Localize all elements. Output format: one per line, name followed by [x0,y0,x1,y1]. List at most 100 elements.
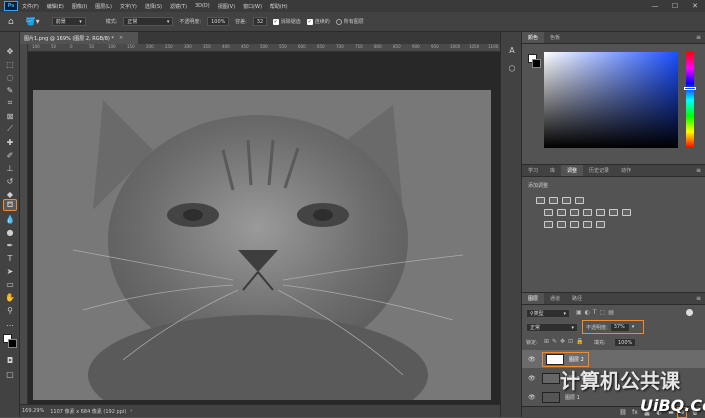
character-panel-icon[interactable]: A [506,44,518,56]
tolerance-input[interactable]: 32 [252,17,267,26]
screen-mode-icon[interactable]: ▢ [3,368,17,380]
minimize-button[interactable]: — [645,0,665,12]
menu-view[interactable]: 视图(V) [218,3,235,10]
rectangle-tool-icon[interactable]: ▭ [3,278,17,290]
tab-swatches[interactable]: 色板 [544,32,566,43]
menu-window[interactable]: 窗口(W) [243,3,262,10]
hue-saturation-icon[interactable] [557,209,566,216]
menu-layer[interactable]: 图层(L) [95,3,112,10]
menu-3d[interactable]: 3D(D) [195,3,210,9]
link-layers-icon[interactable]: ⛓ [618,407,628,418]
close-button[interactable]: ✕ [685,0,705,12]
vibrance-icon[interactable] [544,209,553,216]
color-panel-background-swatch[interactable] [532,59,541,68]
filter-toggle-icon[interactable] [686,309,693,316]
tab-paths[interactable]: 路径 [566,293,588,304]
opacity-input[interactable]: 100% [207,17,230,26]
tab-color[interactable]: 颜色 [522,32,545,43]
brush-tool-icon[interactable]: ✐ [3,149,17,161]
photo-filter-icon[interactable] [596,209,605,216]
menu-edit[interactable]: 编辑(E) [47,3,64,10]
antialias-checkbox[interactable]: ✓ 消除锯齿 [272,18,301,25]
close-tab-icon[interactable]: × [119,35,123,41]
menu-filter[interactable]: 滤镜(T) [170,3,187,10]
tab-adjustments[interactable]: 调整 [561,165,584,176]
3d-panel-icon[interactable]: ⬡ [506,62,518,74]
all-layers-checkbox[interactable]: 所有图层 [335,18,364,25]
frame-tool-icon[interactable]: ⊠ [3,110,17,122]
channel-mixer-icon[interactable] [609,209,618,216]
levels-icon[interactable] [549,197,558,204]
document-tab[interactable]: 图片1.png @ 169% (图层 2, RGB/8) * × [20,32,138,44]
contiguous-checkbox[interactable]: ✓ 连续的 [306,18,330,25]
more-tools-icon[interactable]: … [3,317,17,329]
blend-mode-select[interactable]: 正常 ▾ [526,323,578,332]
path-select-tool-icon[interactable]: ➤ [3,265,17,277]
cat-photo-layer[interactable] [33,90,491,400]
hue-slider[interactable] [686,52,694,148]
layer-filter-select[interactable]: ⚲ 类型 ▾ [526,309,570,318]
tab-layers[interactable]: 图层 [522,293,545,304]
background-color-swatch[interactable] [8,339,17,348]
quick-select-tool-icon[interactable]: ✎ [3,84,17,96]
type-tool-icon[interactable]: T [3,252,17,264]
color-balance-icon[interactable] [570,209,579,216]
stamp-tool-icon[interactable]: ⊥ [3,162,17,174]
hue-slider-handle[interactable] [684,87,696,90]
eyedropper-tool-icon[interactable]: ⟋ [3,123,17,135]
gradient-map-icon[interactable] [583,221,592,228]
blur-tool-icon[interactable]: 💧 [3,213,17,225]
menu-help[interactable]: 帮助(H) [270,3,288,10]
lasso-tool-icon[interactable]: ◌ [3,71,17,83]
marquee-tool-icon[interactable]: ⬚ [3,58,17,70]
panel-menu-icon[interactable]: ≡ [696,295,701,302]
tab-actions[interactable]: 动作 [615,165,637,176]
color-picker-field[interactable] [544,52,678,148]
zoom-tool-icon[interactable]: ⚲ [3,304,17,316]
brightness-contrast-icon[interactable] [536,197,545,204]
home-icon[interactable]: ⌂ [8,17,14,27]
chevron-down-icon[interactable]: ▾ [632,324,635,330]
fill-input[interactable]: 100% [614,338,636,347]
curves-icon[interactable] [562,197,571,204]
lock-icons[interactable]: ⊞✎✥⊡🔒 [544,338,587,345]
menu-image[interactable]: 图像(I) [72,3,87,10]
crop-tool-icon[interactable]: ⌗ [3,97,17,109]
menu-type[interactable]: 文字(Y) [120,3,137,10]
history-brush-icon[interactable]: ↺ [3,175,17,187]
maximize-button[interactable]: ☐ [665,0,685,12]
horizontal-ruler[interactable]: 100 50 0 50 100 150 200 250 300 350 400 450 500 550 60… [20,44,500,52]
quick-mask-icon[interactable]: ◘ [3,354,17,366]
tab-learn[interactable]: 学习 [522,165,544,176]
layer-filter-icons[interactable]: ▣◐T⬚▤ [576,309,617,316]
tab-channels[interactable]: 通道 [544,293,566,304]
layer-opacity-input[interactable]: 37% [609,322,630,332]
tab-library[interactable]: 库 [544,165,561,176]
black-white-icon[interactable] [583,209,592,216]
hand-tool-icon[interactable]: ✋ [3,291,17,303]
visibility-eye-icon[interactable]: 👁 [528,375,536,382]
paint-bucket-tool-icon[interactable]: ⛾ [3,199,17,211]
dodge-tool-icon[interactable]: ● [3,226,17,238]
status-arrow-icon[interactable]: › [130,408,132,414]
panel-menu-icon[interactable]: ≡ [696,167,701,174]
menu-file[interactable]: 文件(F) [22,3,39,10]
paint-bucket-tool-preset-icon[interactable]: 🪣▾ [26,17,40,26]
menu-select[interactable]: 选择(S) [145,3,162,10]
visibility-eye-icon[interactable]: 👁 [528,394,536,401]
visibility-eye-icon[interactable]: 👁 [528,356,536,363]
tab-history[interactable]: 历史记录 [583,165,615,176]
mode-select[interactable]: 正常 ▾ [123,17,174,26]
selective-color-icon[interactable] [596,221,605,228]
panel-menu-icon[interactable]: ≡ [696,34,701,41]
layer-style-icon[interactable]: fx [630,407,640,418]
threshold-icon[interactable] [570,221,579,228]
color-lookup-icon[interactable] [622,209,631,216]
vertical-ruler[interactable] [20,44,28,404]
exposure-icon[interactable] [575,197,584,204]
move-tool-icon[interactable]: ✥ [3,45,17,57]
zoom-level[interactable]: 169.29% [22,408,44,414]
healing-brush-icon[interactable]: ✚ [3,136,17,148]
posterize-icon[interactable] [557,221,566,228]
invert-icon[interactable] [544,221,553,228]
